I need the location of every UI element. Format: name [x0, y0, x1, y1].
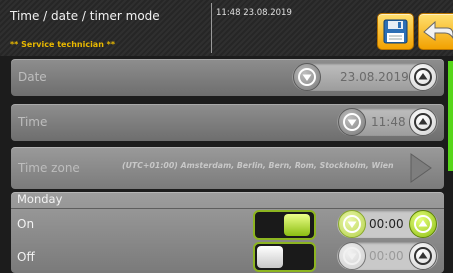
date-increase-button[interactable]: [409, 63, 437, 91]
on-time-value: 00:00: [369, 217, 404, 231]
date-decrease-button[interactable]: [293, 63, 321, 91]
timezone-label: Time zone: [18, 161, 80, 175]
on-toggle[interactable]: [253, 210, 316, 240]
floppy-disk-icon: [383, 19, 408, 44]
time-increase-button[interactable]: [409, 108, 437, 136]
chevron-up-icon: [414, 247, 432, 265]
time-label: Time: [18, 115, 48, 129]
on-label: On: [17, 217, 35, 231]
user-role-label: ** Service technician **: [10, 40, 116, 49]
off-time-value: 00:00: [369, 249, 404, 263]
monday-title: Monday: [17, 192, 63, 206]
monday-group: Monday On 00:00 Off 00:00: [11, 192, 444, 273]
chevron-up-icon: [414, 215, 432, 233]
header-divider: [211, 3, 212, 53]
timezone-value: (UTC+01:00) Amsterdam, Berlin, Bern, Rom…: [122, 161, 394, 170]
chevron-down-icon: [343, 113, 361, 131]
chevron-right-icon[interactable]: [409, 152, 433, 184]
on-time-control: 00:00: [337, 210, 438, 238]
time-control: 11:48: [337, 108, 438, 136]
chevron-down-icon: [298, 68, 316, 86]
time-row: Time 11:48: [11, 104, 444, 141]
back-arrow-icon: [423, 20, 453, 41]
chevron-up-icon: [414, 113, 432, 131]
on-time-decrease-button[interactable]: [338, 210, 366, 238]
date-label: Date: [18, 70, 47, 84]
time-decrease-button[interactable]: [338, 108, 366, 136]
off-time-increase-button[interactable]: [409, 242, 437, 270]
date-control: 23.08.2019: [292, 63, 438, 91]
back-button[interactable]: [418, 13, 453, 50]
save-button[interactable]: [377, 13, 414, 50]
on-time-increase-button[interactable]: [409, 210, 437, 238]
date-row: Date 23.08.2019: [11, 59, 444, 96]
scrollbar[interactable]: [448, 61, 453, 171]
page-title: Time / date / timer mode: [10, 9, 160, 23]
chevron-down-icon: [343, 215, 361, 233]
time-value: 11:48: [371, 115, 406, 129]
on-toggle-knob: [284, 214, 310, 236]
timezone-row[interactable]: Time zone (UTC+01:00) Amsterdam, Berlin,…: [11, 147, 444, 189]
header-bar: Time / date / timer mode ** Service tech…: [0, 0, 453, 56]
group-divider: [11, 208, 444, 209]
off-toggle-knob: [257, 246, 283, 268]
off-time-decrease-button[interactable]: [338, 242, 366, 270]
off-toggle[interactable]: [253, 242, 316, 272]
chevron-up-icon: [414, 68, 432, 86]
off-time-control: 00:00: [337, 242, 438, 270]
current-datetime: 11:48 23.08.2019: [216, 8, 292, 18]
date-value: 23.08.2019: [340, 70, 409, 84]
chevron-down-icon: [343, 247, 361, 265]
off-label: Off: [17, 250, 35, 264]
